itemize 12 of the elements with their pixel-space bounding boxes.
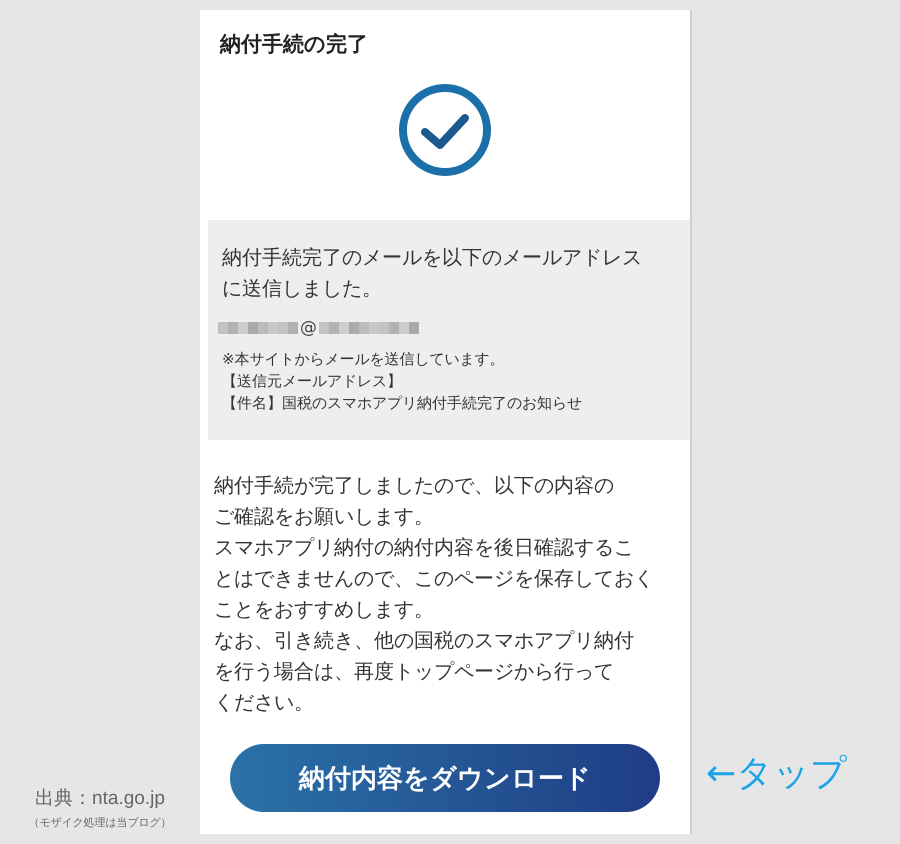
download-button[interactable]: 納付内容をダウンロード bbox=[230, 744, 660, 812]
email-address: @ bbox=[300, 318, 317, 338]
source-credit: 出典：nta.go.jp bbox=[35, 787, 165, 811]
tap-hint: ←タップ bbox=[706, 752, 848, 796]
check-circle-icon bbox=[397, 82, 493, 178]
notice-note: ※本サイトからメールを送信しています。 【送信元メールアドレス】 【件名】国税のスマホアプリ納付手続完了のお知らせ bbox=[222, 349, 583, 414]
page-title: 納付手続の完了 bbox=[218, 31, 369, 58]
mosaic-icon bbox=[218, 320, 298, 336]
body-text: 納付手続が完了しましたので、以下の内容の ご確認をお願いします。 スマホアプリ納付の納付内容を後日確認するこ とはできませんので、このページを保存しておく ことをおすすめします。 なお、引き続き、他の国税のスマホアプリ納付 を行う場合は、再度トップページから行って ください。 bbox=[213, 472, 655, 716]
notice-text: 納付手続完了のメールを以下のメールアドレス に送信しました。 bbox=[222, 244, 643, 302]
mosaic-note: （モザイク処理は当ブログ） bbox=[28, 815, 172, 830]
mosaic-icon bbox=[319, 320, 419, 336]
